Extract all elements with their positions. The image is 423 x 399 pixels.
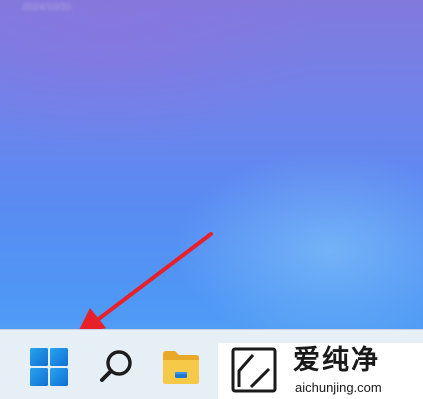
watermark-brand-text: 爱纯净 [293,345,380,376]
folder-icon [163,351,199,384]
start-button[interactable] [26,344,72,390]
watermark: 爱纯净 aichunjing.com [218,343,423,399]
windows-start-icon [30,348,68,386]
watermark-domain-text: aichunjing.com [295,380,382,395]
blurred-clock-text: 2024/10/31 [22,2,73,13]
search-button[interactable] [93,344,139,390]
search-icon [100,350,132,382]
file-explorer-button[interactable] [158,344,204,390]
watermark-logo-icon [231,347,277,393]
